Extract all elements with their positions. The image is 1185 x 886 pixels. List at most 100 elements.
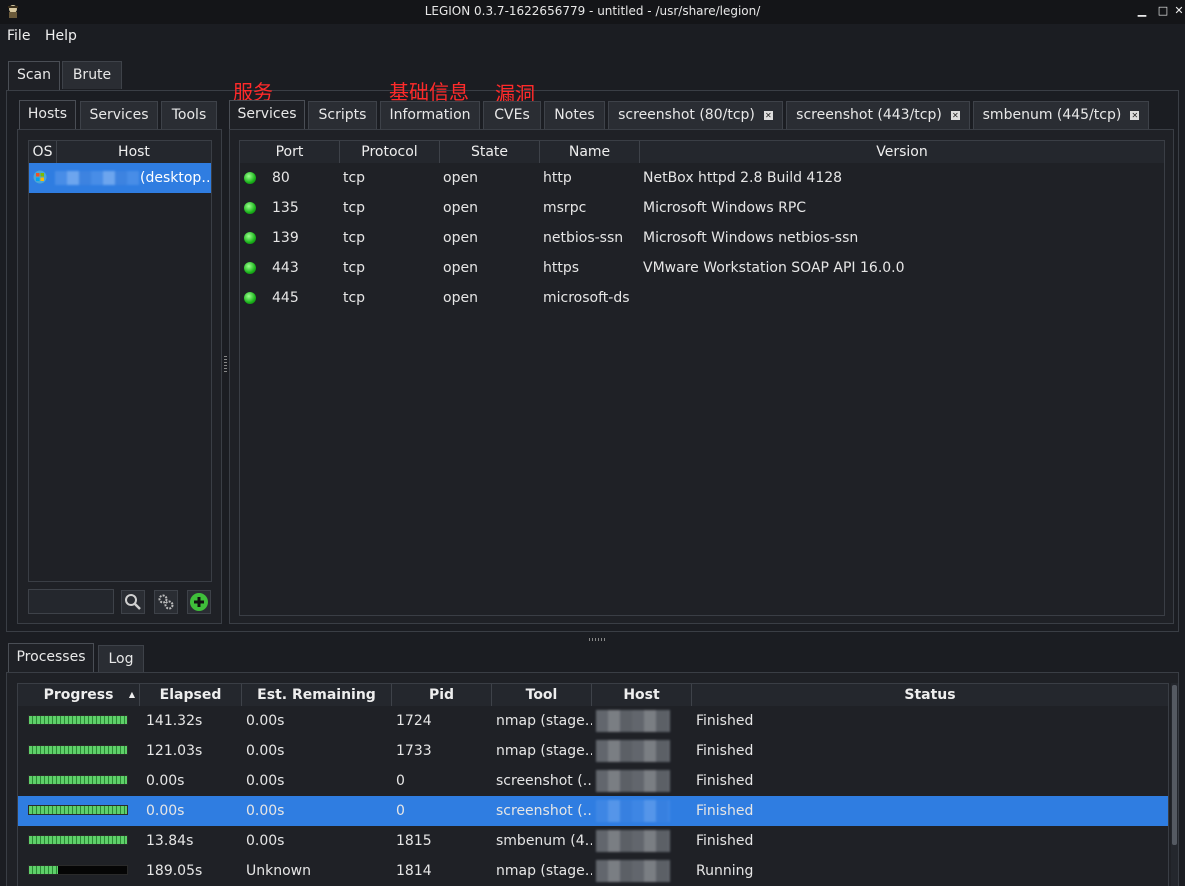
- process-elapsed: 0.00s: [146, 803, 185, 819]
- tab-information[interactable]: Information: [380, 101, 480, 129]
- column-header-host[interactable]: Host: [57, 141, 211, 163]
- host-ip-redacted: [55, 171, 139, 185]
- process-row[interactable]: 13.84s 0.00s 1815 smbenum (4… Finished: [18, 826, 1168, 856]
- host-row[interactable]: (desktop…: [29, 163, 211, 193]
- service-protocol: tcp: [343, 230, 366, 246]
- tab-cves[interactable]: CVEs: [483, 101, 541, 129]
- column-header-status[interactable]: Status: [692, 684, 1168, 706]
- menu-help[interactable]: Help: [45, 28, 77, 44]
- service-version: Microsoft Windows netbios-ssn: [643, 230, 859, 246]
- close-tab-icon[interactable]: ✕: [950, 111, 960, 120]
- column-header-pid[interactable]: Pid: [392, 684, 492, 706]
- menu-file[interactable]: File: [7, 28, 30, 44]
- process-row[interactable]: 121.03s 0.00s 1733 nmap (stage… Finished: [18, 736, 1168, 766]
- hosts-table[interactable]: OS Host (desktop…: [28, 140, 212, 582]
- process-elapsed: 121.03s: [146, 743, 203, 759]
- tab-smbenum-445[interactable]: smbenum (445/tcp) ✕: [973, 101, 1149, 129]
- process-row[interactable]: 141.32s 0.00s 1724 nmap (stage… Finished: [18, 706, 1168, 736]
- process-row[interactable]: 0.00s 0.00s 0 screenshot (… Finished: [18, 766, 1168, 796]
- progress-bar-fill: [29, 746, 127, 754]
- service-row[interactable]: 445 tcp open microsoft-ds: [240, 283, 1164, 313]
- service-row[interactable]: 139 tcp open netbios-ssn Microsoft Windows n…: [240, 223, 1164, 253]
- column-header-port[interactable]: Port: [240, 141, 340, 163]
- settings-button[interactable]: [154, 590, 178, 614]
- tab-screenshot-80[interactable]: screenshot (80/tcp) ✕: [608, 101, 783, 129]
- process-elapsed: 13.84s: [146, 833, 194, 849]
- service-protocol: tcp: [343, 260, 366, 276]
- service-name: microsoft-ds: [543, 290, 630, 306]
- process-remaining: Unknown: [246, 863, 311, 879]
- column-header-host[interactable]: Host: [592, 684, 692, 706]
- host-name: (desktop…: [140, 170, 210, 186]
- tab-screenshot-443[interactable]: screenshot (443/tcp) ✕: [786, 101, 970, 129]
- services-panel: Port Protocol State Name Version 80 tcp op…: [229, 129, 1174, 624]
- service-name: msrpc: [543, 200, 587, 216]
- process-row[interactable]: 0.00s 0.00s 0 screenshot (… Finished: [18, 796, 1168, 826]
- tab-notes[interactable]: Notes: [544, 101, 605, 129]
- host-redacted: [596, 740, 670, 762]
- tab-log[interactable]: Log: [98, 645, 144, 673]
- services-table-header: Port Protocol State Name Version: [240, 141, 1164, 163]
- column-header-protocol[interactable]: Protocol: [340, 141, 440, 163]
- process-tool: smbenum (4…: [496, 833, 592, 849]
- tab-brute[interactable]: Brute: [62, 61, 122, 89]
- close-icon[interactable]: ✕: [1172, 4, 1185, 18]
- column-header-progress[interactable]: Progress ▲: [18, 684, 140, 706]
- tab-tools[interactable]: Tools: [161, 101, 217, 129]
- tab-scan[interactable]: Scan: [8, 61, 60, 91]
- process-elapsed: 189.05s: [146, 863, 203, 879]
- process-pid: 1814: [396, 863, 432, 879]
- process-tool: screenshot (…: [496, 773, 592, 789]
- tab-hosts[interactable]: Hosts: [19, 100, 76, 130]
- service-port: 80: [272, 170, 290, 186]
- tab-scripts[interactable]: Scripts: [308, 101, 377, 129]
- column-header-elapsed[interactable]: Elapsed: [140, 684, 242, 706]
- progress-bar: [28, 745, 128, 755]
- tab-processes[interactable]: Processes: [8, 643, 94, 673]
- tab-services-left[interactable]: Services: [80, 101, 158, 129]
- service-row[interactable]: 80 tcp open http NetBox httpd 2.8 Build 4128: [240, 163, 1164, 193]
- scrollbar-thumb[interactable]: [1172, 685, 1177, 845]
- service-row[interactable]: 443 tcp open https VMware Workstation SOAP A…: [240, 253, 1164, 283]
- search-button[interactable]: [121, 590, 145, 614]
- windows-os-icon: [33, 170, 47, 184]
- service-version: Microsoft Windows RPC: [643, 200, 807, 216]
- processes-table[interactable]: Progress ▲ Elapsed Est. Remaining Pid Too…: [17, 683, 1169, 886]
- process-row[interactable]: 189.05s Unknown 1814 nmap (stage… Running: [18, 856, 1168, 886]
- service-port: 135: [272, 200, 299, 216]
- processes-scrollbar[interactable]: [1171, 683, 1178, 886]
- host-redacted: [596, 770, 670, 792]
- column-header-os[interactable]: OS: [29, 141, 57, 163]
- process-elapsed: 0.00s: [146, 773, 185, 789]
- column-header-state[interactable]: State: [440, 141, 540, 163]
- close-tab-icon[interactable]: ✕: [763, 111, 773, 120]
- service-row[interactable]: 135 tcp open msrpc Microsoft Windows RPC: [240, 193, 1164, 223]
- progress-bar-fill: [29, 776, 127, 784]
- vertical-splitter[interactable]: [224, 356, 227, 374]
- process-remaining: 0.00s: [246, 833, 285, 849]
- column-header-tool[interactable]: Tool: [492, 684, 592, 706]
- maximize-icon[interactable]: □: [1156, 4, 1170, 18]
- progress-bar-fill: [29, 716, 127, 724]
- service-state: open: [443, 230, 478, 246]
- process-pid: 1733: [396, 743, 432, 759]
- column-header-est-remaining[interactable]: Est. Remaining: [242, 684, 392, 706]
- tab-services[interactable]: Services: [229, 100, 305, 130]
- horizontal-splitter[interactable]: [589, 638, 607, 641]
- column-header-name[interactable]: Name: [540, 141, 640, 163]
- host-redacted: [596, 800, 670, 822]
- services-table[interactable]: Port Protocol State Name Version 80 tcp op…: [239, 140, 1165, 616]
- close-tab-icon[interactable]: ✕: [1130, 111, 1140, 120]
- process-status: Finished: [696, 833, 754, 849]
- tab-screenshot-80-label: screenshot (80/tcp): [618, 107, 755, 123]
- service-name: https: [543, 260, 580, 276]
- progress-bar: [28, 865, 128, 875]
- add-host-button[interactable]: [187, 590, 211, 614]
- process-elapsed: 141.32s: [146, 713, 203, 729]
- process-remaining: 0.00s: [246, 803, 285, 819]
- status-open-icon: [244, 262, 256, 274]
- process-pid: 0: [396, 773, 405, 789]
- host-filter-input[interactable]: [28, 589, 114, 614]
- column-header-version[interactable]: Version: [640, 141, 1164, 163]
- minimize-icon[interactable]: ▁: [1135, 4, 1149, 18]
